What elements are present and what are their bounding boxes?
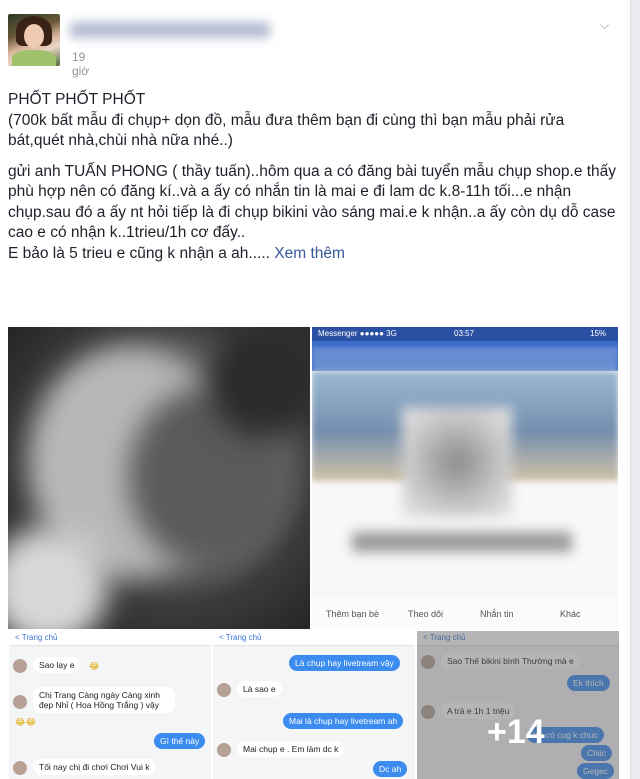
more-photos-count[interactable]: +14 — [487, 713, 545, 752]
chat-screenshots: < Trang chủ Sao lạy e 😂 Chị Trang Càng n… — [8, 631, 619, 779]
chevron-down-icon[interactable]: ⌵ — [600, 18, 609, 33]
avatar — [13, 761, 27, 775]
profile-name-blurred — [352, 532, 572, 552]
post-last-line: E bảo là 5 trieu e cũng k nhận a ah.....… — [8, 244, 345, 262]
author-avatar[interactable] — [8, 14, 60, 66]
post-photo-3[interactable]: < Trang chủ Sao lạy e 😂 Chị Trang Càng n… — [8, 631, 211, 779]
avatar — [13, 659, 27, 673]
post-card: 19 giờ ⌵ PHỐT PHỐT PHỐT (700k bất mẫu đi… — [0, 0, 631, 779]
post-paren-line: (700k bất mẫu đi chụp+ dọn đồ, mẫu đưa t… — [8, 111, 565, 150]
profile-actions: Thêm bạn bè Theo dõi Nhắn tin Khác — [312, 597, 618, 629]
author-name-blurred[interactable] — [70, 22, 270, 38]
avatar — [217, 743, 231, 757]
follow-label: Theo dõi — [408, 609, 444, 619]
see-more-link[interactable]: Xem thêm — [274, 245, 345, 262]
emoji-icon: 😂😂 — [15, 717, 37, 727]
post-timestamp[interactable]: 19 giờ — [72, 50, 89, 78]
avatar — [13, 695, 27, 709]
emoji-icon: 😂 — [89, 661, 100, 671]
more-label: Khác — [560, 609, 581, 619]
post-photo-2[interactable]: Messenger ●●●●● 3G 03:57 15% Thêm bạn bè… — [312, 327, 618, 629]
post-body: PHỐT PHỐT PHỐT (700k bất mẫu đi chụp+ dọ… — [8, 90, 620, 264]
post-photo-4[interactable]: < Trang chủ Là chụp hay livetream vậy Là… — [212, 631, 415, 779]
add-friend-label: Thêm bạn bè — [326, 609, 380, 619]
phone-status-bar: Messenger ●●●●● 3G 03:57 15% — [312, 327, 618, 341]
post-photo-5[interactable]: < Trang chủ Sao Thế bikini bình Thường m… — [416, 631, 619, 779]
message-label: Nhắn tin — [480, 609, 514, 619]
post-paragraph: gửi anh TUẤN PHONG ( thầy tuấn)..hôm qua… — [8, 162, 617, 242]
more-photos-overlay[interactable] — [417, 631, 619, 779]
profile-picture-blurred — [402, 407, 512, 517]
post-title-line: PHỐT PHỐT PHỐT — [8, 91, 146, 108]
avatar — [217, 683, 231, 697]
post-photo-1[interactable] — [8, 327, 310, 629]
